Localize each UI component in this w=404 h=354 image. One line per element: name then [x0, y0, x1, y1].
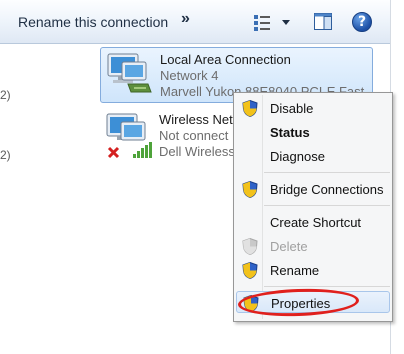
left-column-fragment: 2)	[0, 148, 11, 162]
context-menu: Disable Status Diagnose Bridge Connectio…	[233, 92, 393, 322]
menu-item-disable[interactable]: Disable	[236, 97, 390, 119]
connection-name: Wireless Net	[159, 112, 233, 127]
menu-item-status[interactable]: Status	[236, 121, 390, 143]
help-icon[interactable]: ?	[352, 12, 372, 32]
connection-item-wireless[interactable]: Wireless Net Not connect Dell Wireless	[100, 108, 240, 164]
menu-item-delete: Delete	[236, 235, 390, 257]
connection-name: Local Area Connection	[160, 52, 291, 67]
menu-item-create-shortcut[interactable]: Create Shortcut	[236, 211, 390, 233]
menu-item-label: Disable	[270, 101, 314, 116]
menu-item-bridge-connections[interactable]: Bridge Connections	[236, 178, 390, 200]
connection-network: Not connect	[159, 128, 229, 143]
menu-item-label: Bridge Connections	[270, 182, 384, 197]
toolbar: Rename this connection » ?	[0, 0, 390, 44]
menu-separator	[264, 205, 390, 206]
menu-item-label: Create Shortcut	[270, 215, 362, 230]
uac-shield-icon	[242, 261, 258, 280]
change-view-icon[interactable]	[252, 12, 294, 32]
menu-item-diagnose[interactable]: Diagnose	[236, 145, 390, 167]
toolbar-overflow-chevron[interactable]: »	[181, 10, 190, 28]
menu-item-label: Status	[270, 125, 310, 140]
left-column-fragment: 2)	[0, 88, 11, 102]
menu-item-label: Delete	[270, 239, 308, 254]
wireless-adapter-icon	[103, 112, 153, 159]
network-adapter-icon	[104, 52, 154, 98]
connection-adapter: Dell Wireless	[159, 144, 235, 159]
menu-item-label: Diagnose	[270, 149, 325, 164]
menu-item-rename[interactable]: Rename	[236, 259, 390, 281]
rename-connection-button[interactable]: Rename this connection	[18, 14, 168, 30]
menu-separator	[264, 172, 390, 173]
menu-item-label: Rename	[270, 263, 320, 278]
uac-shield-icon	[242, 180, 258, 199]
menu-separator	[264, 286, 390, 287]
connection-network: Network 4	[160, 68, 219, 83]
uac-shield-icon	[242, 99, 258, 118]
preview-pane-icon[interactable]	[314, 13, 332, 30]
uac-shield-icon	[242, 237, 258, 256]
